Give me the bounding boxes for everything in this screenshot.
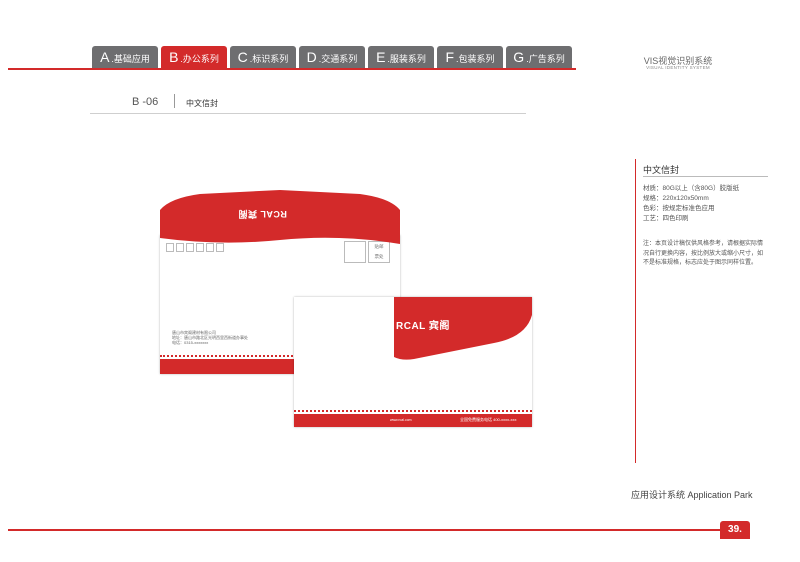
zip-box [206,243,214,252]
panel-accent-bar [635,159,636,463]
footer-url: www.rcal.com [390,418,412,422]
application-caption: 应用设计系统 Application Park [631,490,753,500]
address-line: 电话：0315-xxxxxxx [172,340,209,345]
tab-label: .包装系列 [456,54,495,64]
zip-box [196,243,204,252]
section-separator [174,94,175,108]
section-divider [90,113,526,114]
tab-letter: D [306,49,317,65]
zip-box [186,243,194,252]
stamp-text: 邮 [379,244,384,249]
panel-divider [643,176,768,177]
tab-label: .办公系列 [180,54,219,64]
tab-label: .基础应用 [111,54,150,64]
tab-letter: G [513,49,525,65]
tab-e[interactable]: E .服装系列 [368,46,434,68]
tab-letter: F [445,49,455,65]
panel-title: 中文信封 [643,165,680,175]
flap-logo-en: RCAL [260,209,287,219]
stamp-box [344,241,366,263]
tab-b[interactable]: B .办公系列 [161,46,227,68]
vis-subtitle: VISUAL IDENTITY SYSTEM [646,65,710,70]
tab-letter: B [169,49,179,65]
dotted-border [294,410,532,412]
back-flap-logo: RCAL 宾阁 [396,317,450,332]
tab-label: .服装系列 [387,54,426,64]
tab-label: .广告系列 [526,54,565,64]
bottom-divider [8,529,720,531]
sender-address: 唐山市宾阁建材有限公司 地址：唐山市路北区光明西里西街道办事处 电话：0315-… [172,330,248,345]
back-logo-en: RCAL [396,321,426,332]
flap-logo-cn: 宾阁 [238,209,258,219]
tab-letter: E [376,49,386,65]
tab-label: .交通系列 [318,54,358,64]
envelope-back: www.rcal.com 全国免费服务电话 400-xxxx-xxx RCAL … [294,297,532,427]
zip-box [166,243,174,252]
section-code: B -06 [132,96,159,108]
tab-label: .标识系列 [249,54,289,64]
zip-box [176,243,184,252]
section-name: 中文信封 [186,99,218,108]
flap-logo: RCAL 宾阁 [238,208,287,221]
spec-process: 工艺：四色印刷 [643,215,689,222]
category-tabs: A .基础应用 B .办公系列 C .标识系列 D .交通系列 E .服装系列 F .包装系… [92,46,572,68]
tab-a[interactable]: A .基础应用 [92,46,158,68]
tab-letter: A [100,49,110,65]
tab-d[interactable]: D .交通系列 [299,46,365,68]
spec-size: 规格：220x120x50mm [643,195,709,202]
tab-letter: C [237,49,248,65]
spec-material: 材质：80G以上（含80G）胶版纸 [643,185,740,192]
tab-g[interactable]: G .广告系列 [506,46,572,68]
zip-box [216,243,224,252]
footer-hotline: 全国免费服务电话 400-xxxx-xxx [460,417,517,422]
spec-list: 材质：80G以上（含80G）胶版纸 规格：220x120x50mm 色彩：按规定… [643,184,739,224]
tab-c[interactable]: C .标识系列 [230,46,296,68]
back-logo-cn: 宾阁 [428,321,450,332]
panel-note: 注：本页设计稿仅供风格参考，请根据实际情况自行更换内容，按比例放大或缩小尺寸，如… [643,241,764,266]
page-number: 39. [720,521,750,539]
top-divider [8,68,576,70]
stamp-text: 处 [379,254,384,259]
spec-color: 色彩：按规定标准色应用 [643,205,715,212]
tab-f[interactable]: F .包装系列 [437,46,503,68]
stamp-label-box: 贴邮 票处 [368,241,390,263]
